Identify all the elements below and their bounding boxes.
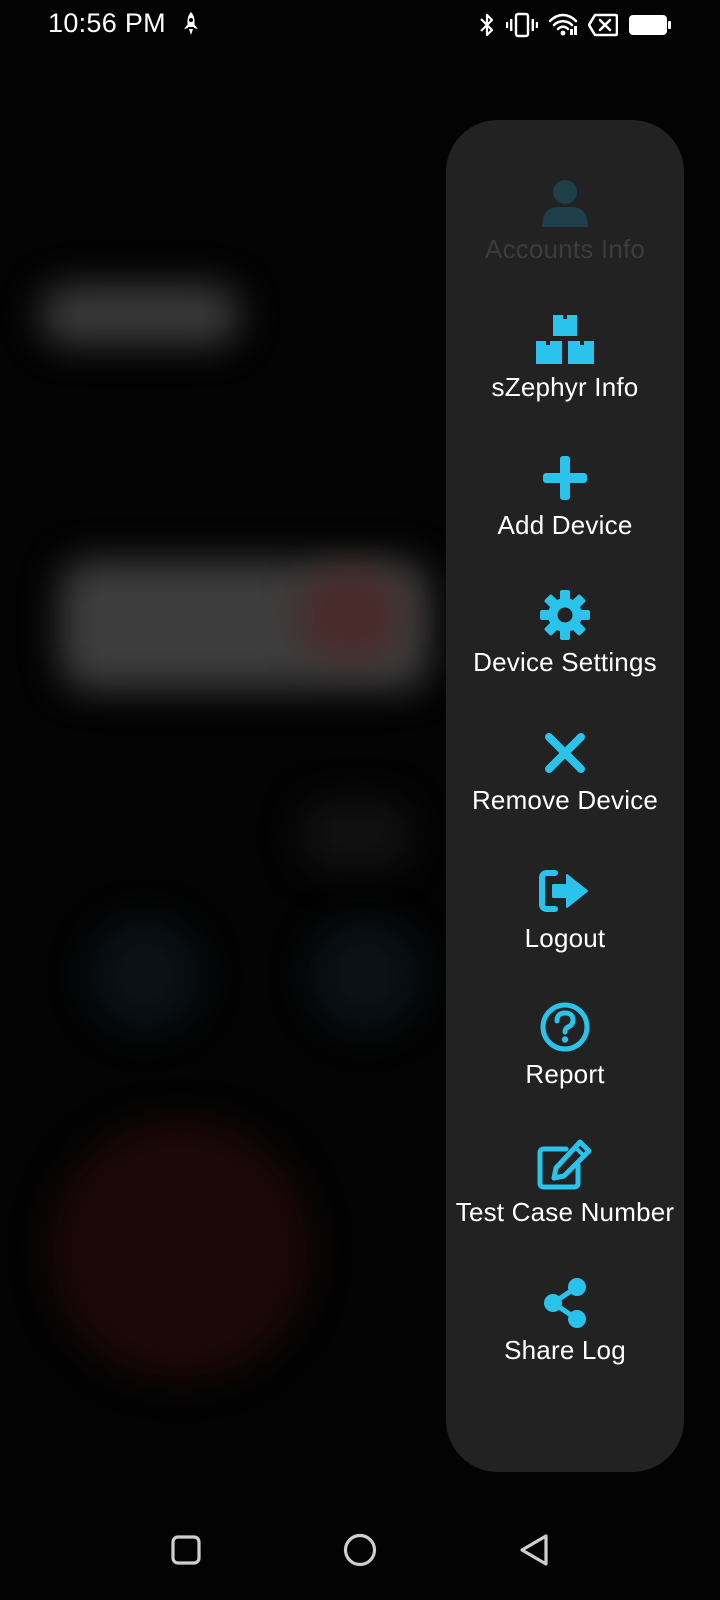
background-blur	[300, 570, 400, 660]
navigation-bar	[0, 1510, 720, 1600]
menu-item-label: Logout	[524, 923, 606, 953]
user-icon	[535, 172, 595, 232]
status-bar: 10:56 PM	[0, 0, 720, 50]
home-icon[interactable]	[338, 1528, 382, 1572]
battery-icon	[628, 13, 672, 37]
menu-item-label: Report	[525, 1059, 605, 1089]
battery-x-icon	[588, 13, 618, 37]
menu-item-report[interactable]: Report	[446, 997, 684, 1127]
background-blur	[90, 920, 200, 1030]
overflow-menu: Accounts Info sZephyr Info Add Device De…	[446, 120, 684, 1472]
close-icon	[535, 723, 595, 783]
plus-icon	[535, 448, 595, 508]
menu-item-label: Add Device	[497, 510, 633, 540]
recents-icon[interactable]	[164, 1528, 208, 1572]
edit-icon	[535, 1135, 595, 1195]
menu-item-device-settings[interactable]: Device Settings	[446, 585, 684, 715]
share-icon	[535, 1273, 595, 1333]
logout-icon	[535, 861, 595, 921]
menu-item-label: Remove Device	[471, 785, 659, 815]
rocket-icon	[180, 10, 202, 38]
menu-item-label: Accounts Info	[484, 234, 646, 264]
status-time: 10:56 PM	[48, 8, 166, 38]
menu-item-remove-device[interactable]: Remove Device	[446, 723, 684, 853]
background-blur	[310, 920, 420, 1030]
menu-item-label: Test Case Number	[455, 1197, 675, 1227]
menu-item-label: Share Log	[504, 1335, 626, 1365]
menu-item-share-log[interactable]: Share Log	[446, 1273, 684, 1403]
question-icon	[535, 997, 595, 1057]
background-blur	[50, 1120, 310, 1380]
boxes-icon	[535, 310, 595, 370]
menu-item-test-case-number[interactable]: Test Case Number	[446, 1135, 684, 1265]
wifi-icon	[548, 12, 578, 38]
bluetooth-icon	[478, 12, 496, 38]
menu-item-add-device[interactable]: Add Device	[446, 448, 684, 578]
background-blur	[40, 285, 240, 345]
vibrate-icon	[506, 12, 538, 38]
background-blur	[300, 800, 410, 870]
menu-item-label: Device Settings	[473, 647, 657, 677]
menu-item-label: sZephyr Info	[491, 372, 639, 402]
back-icon[interactable]	[512, 1528, 556, 1572]
gear-icon	[535, 585, 595, 645]
menu-item-szephyr-info[interactable]: sZephyr Info	[446, 310, 684, 440]
screen: 10:56 PM Accounts Info sZephyr Info Add …	[0, 0, 720, 1600]
menu-item-accounts-info: Accounts Info	[446, 172, 684, 302]
menu-item-logout[interactable]: Logout	[446, 861, 684, 991]
